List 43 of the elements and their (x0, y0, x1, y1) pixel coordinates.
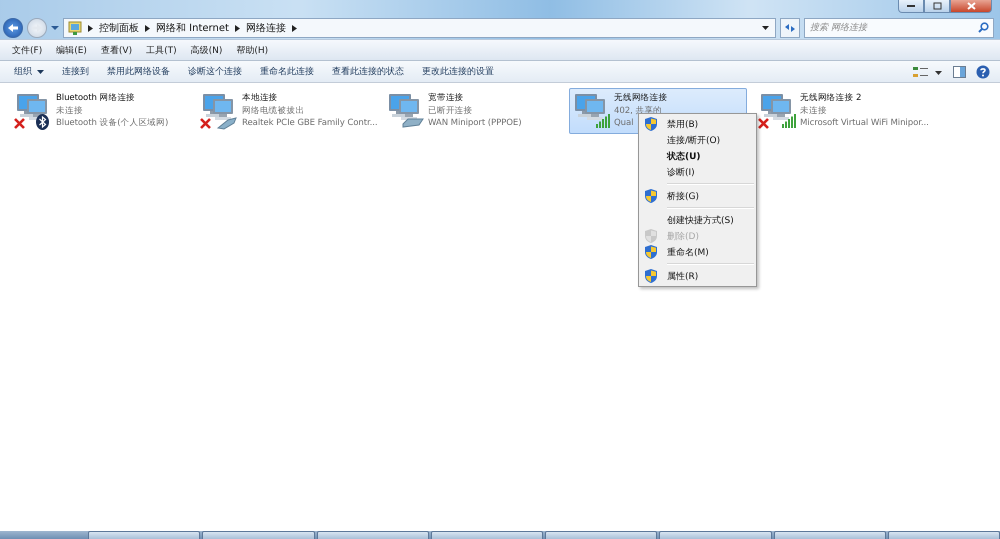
toolbar-button[interactable]: 诊断这个连接 (180, 63, 250, 80)
connection-item[interactable]: Bluetooth 网络连接 未连接 Bluetooth 设备(个人区域网) (11, 88, 189, 134)
toolbar-button[interactable]: 连接到 (54, 63, 97, 80)
connection-status: 未连接 (56, 104, 83, 117)
connection-item[interactable]: 宽带连接 已断开连接 WAN Miniport (PPPOE) (383, 88, 561, 134)
breadcrumb-item[interactable]: 网络连接 (246, 21, 286, 35)
connection-status: 网络电缆被拔出 (242, 104, 304, 117)
device-name: Microsoft Virtual WiFi Minipor... (800, 117, 929, 130)
connection-item[interactable]: 本地连接 网络电缆被拔出 Realtek PCIe GBE Family Contr... (197, 88, 381, 134)
menu-item[interactable]: 工具(T) (140, 42, 183, 58)
device-name: Bluetooth 设备(个人区域网) (56, 117, 168, 130)
device-name: Qual (614, 117, 634, 130)
connection-status: 已断开连接 (428, 104, 473, 117)
menu-item[interactable]: 诊断(I) (641, 164, 754, 180)
connection-name: 宽带连接 (428, 92, 464, 104)
toolbar-button[interactable]: 重命名此连接 (252, 63, 322, 80)
toolbar-dropdown[interactable]: 组织 (6, 63, 52, 80)
menu-item[interactable]: 连接/断开(O) (641, 132, 754, 148)
address-bar[interactable]: 控制面板 网络和 Internet 网络连接 (63, 18, 776, 38)
menu-item[interactable]: 帮助(H) (230, 42, 274, 58)
menu-item[interactable]: 重命名(M) (641, 244, 754, 260)
toolbar-button[interactable]: 更改此连接的设置 (414, 63, 502, 80)
connection-name: 无线网络连接 (614, 92, 668, 104)
menu-item[interactable]: 属性(R) (641, 268, 754, 284)
connection-name: 无线网络连接 2 (800, 92, 862, 104)
connection-item[interactable]: 无线网络连接 2 未连接 Microsoft Virtual WiFi Minipor... (755, 88, 933, 134)
connection-name: 本地连接 (242, 92, 278, 104)
device-name: Realtek PCIe GBE Family Contr... (242, 117, 378, 130)
menu-item[interactable]: 编辑(E) (50, 42, 93, 58)
menu-item[interactable]: 状态(U) (641, 148, 754, 164)
toolbar-button[interactable]: 查看此连接的状态 (324, 63, 412, 80)
toolbar-button[interactable]: 禁用此网络设备 (99, 63, 178, 80)
device-name: WAN Miniport (PPPOE) (428, 117, 522, 130)
breadcrumb-item[interactable]: 控制面板 (99, 21, 139, 35)
connection-name: Bluetooth 网络连接 (56, 92, 136, 104)
connection-status: 未连接 (800, 104, 827, 117)
menu-item[interactable]: 创建快捷方式(S) (641, 212, 754, 228)
breadcrumb-item[interactable]: 网络和 Internet (156, 21, 229, 35)
search-field[interactable]: 搜索 网络连接 (804, 18, 994, 38)
menu-item[interactable]: 桥接(G) (641, 188, 754, 204)
menu-item[interactable]: 查看(V) (94, 42, 138, 58)
menu-item[interactable]: 高级(N) (184, 42, 228, 58)
menu-item[interactable]: 文件(F) (6, 42, 48, 58)
